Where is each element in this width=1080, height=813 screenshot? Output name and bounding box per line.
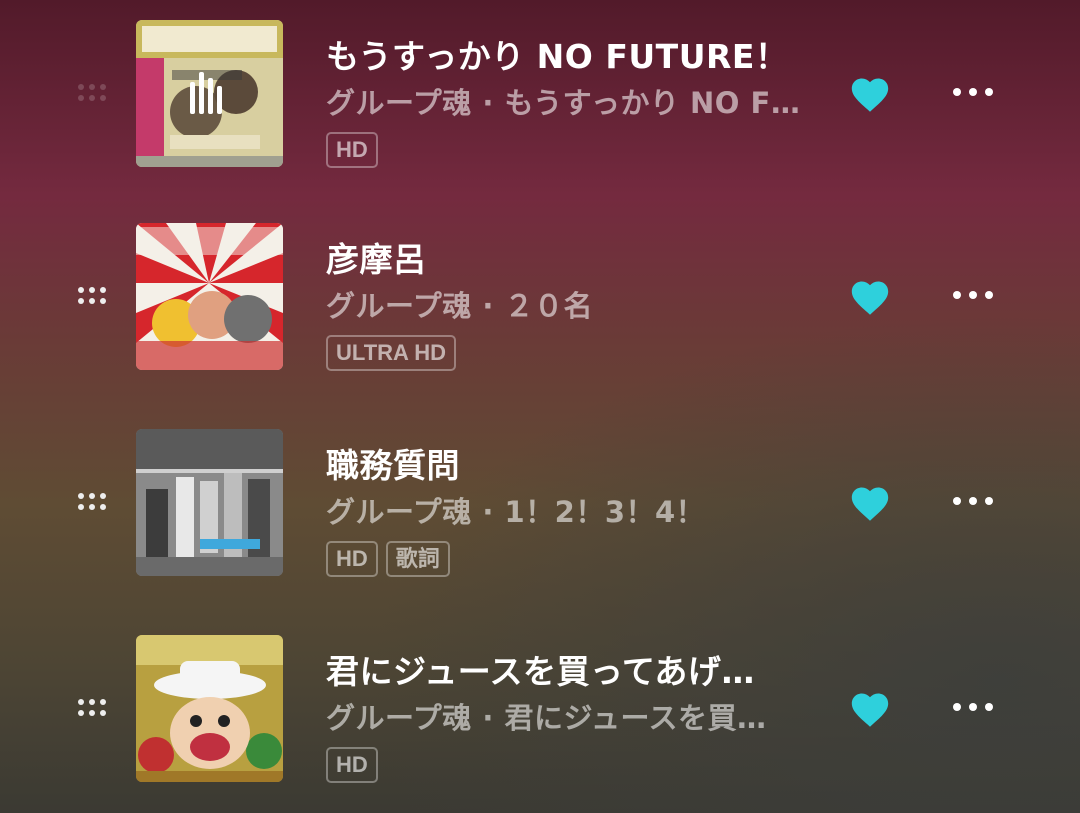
drag-handle-icon[interactable] <box>78 287 110 307</box>
track-row[interactable]: 君にジュースを買ってあげ… グループ魂 · 君にジュースを買… HD <box>0 633 1080 783</box>
quality-badge: HD <box>326 541 378 577</box>
lyrics-badge: 歌詞 <box>385 541 450 577</box>
heart-icon[interactable] <box>848 482 892 522</box>
quality-badges: HD <box>326 747 378 783</box>
track-subtitle: グループ魂 · もうすっかり NO F… <box>326 86 801 120</box>
drag-handle-icon[interactable] <box>78 699 110 719</box>
quality-badge: ULTRA HD <box>326 335 456 371</box>
track-subtitle: グループ魂 · 1！2！3！4！ <box>326 495 706 529</box>
album-art-juice-icon <box>136 635 283 782</box>
album-art[interactable] <box>136 635 283 782</box>
album-art[interactable] <box>136 223 283 370</box>
track-row[interactable]: もうすっかり NO FUTURE！ グループ魂 · もうすっかり NO F… H… <box>0 18 1080 168</box>
album-art[interactable] <box>136 20 283 167</box>
quality-badges: HD <box>326 132 378 168</box>
more-options-icon[interactable] <box>953 291 997 303</box>
quality-badge: HD <box>326 747 378 783</box>
album-art-1234-icon <box>136 429 283 576</box>
more-options-icon[interactable] <box>953 88 997 100</box>
album-art[interactable] <box>136 429 283 576</box>
track-subtitle: グループ魂 · 君にジュースを買… <box>326 701 767 735</box>
quality-badge: HD <box>326 132 378 168</box>
track-title[interactable]: 彦摩呂 <box>326 233 427 281</box>
heart-icon[interactable] <box>848 73 892 113</box>
track-title[interactable]: もうすっかり NO FUTURE！ <box>326 30 788 78</box>
quality-badges: HD 歌詞 <box>326 541 450 577</box>
track-subtitle: グループ魂 · ２０名 <box>326 289 593 323</box>
heart-icon[interactable] <box>848 688 892 728</box>
track-title[interactable]: 君にジュースを買ってあげ… <box>326 645 755 693</box>
drag-handle-icon[interactable] <box>78 493 110 513</box>
track-row[interactable]: 職務質問 グループ魂 · 1！2！3！4！ HD 歌詞 <box>0 427 1080 577</box>
now-playing-icon <box>190 72 230 114</box>
drag-handle-icon[interactable] <box>78 84 110 104</box>
track-title[interactable]: 職務質問 <box>326 439 460 487</box>
heart-icon[interactable] <box>848 276 892 316</box>
more-options-icon[interactable] <box>953 497 997 509</box>
track-row[interactable]: 彦摩呂 グループ魂 · ２０名 ULTRA HD <box>0 221 1080 371</box>
track-list: もうすっかり NO FUTURE！ グループ魂 · もうすっかり NO F… H… <box>0 0 1080 813</box>
more-options-icon[interactable] <box>953 703 997 715</box>
quality-badges: ULTRA HD <box>326 335 456 371</box>
album-art-20mei-icon <box>136 223 283 370</box>
